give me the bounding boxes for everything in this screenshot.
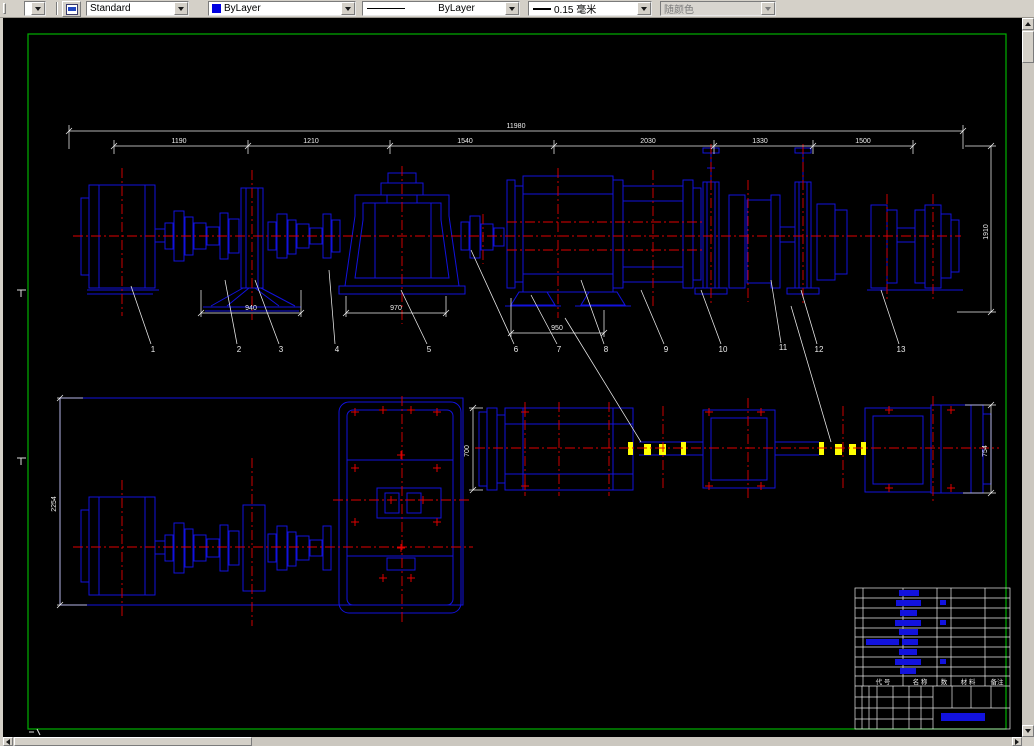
toolbar-grip[interactable] [3,3,6,14]
plan-view-left-geometry[interactable] [59,397,464,614]
collapsed-combo[interactable] [24,1,46,16]
lineweight-sample-icon [533,7,551,10]
elevation-view-geometry[interactable] [80,147,963,312]
dim-2254: 2254 [51,496,58,512]
part-label: 8 [604,345,609,354]
dim-segment: 1190 [171,138,186,145]
part-label: 11 [779,343,788,352]
text-style-value: Standard [90,3,131,14]
chevron-down-icon[interactable] [341,2,355,15]
dim-segment: 1210 [303,138,319,145]
dim-950: 950 [551,325,563,332]
highlighted-coupling-parts[interactable] [628,442,866,455]
scroll-left-button[interactable] [3,737,13,746]
model-space-canvas[interactable]: 11980 1190 1210 1540 2030 1330 1500 940 … [3,18,1022,737]
scroll-right-button[interactable] [1012,737,1022,746]
cad-window: Standard ByLayer ByLayer 0.15 毫米 随颜色 119… [0,0,1034,746]
dim-970: 970 [390,305,402,312]
style-manager-icon [65,4,78,15]
vertical-scroll-thumb[interactable] [1022,31,1034,63]
scroll-up-button[interactable] [1022,18,1034,30]
title-col-material: 材 料 [961,677,976,686]
part-label: 2 [237,345,242,354]
arrow-right-icon [1015,738,1019,745]
arrow-left-icon [6,738,10,745]
arrow-up-icon [1025,22,1031,26]
title-col-qty: 数 [941,677,948,686]
title-col-remark: 备注 [991,677,1005,686]
dim-segment: 2030 [640,138,656,145]
title-block-entries [866,590,985,721]
vertical-scrollbar[interactable] [1022,18,1034,737]
color-combo[interactable]: ByLayer [208,1,356,16]
dim-700: 700 [464,445,471,457]
centerlines [73,144,999,626]
horizontal-scroll-thumb[interactable] [14,737,252,746]
horizontal-scrollbar[interactable] [3,737,1022,746]
chevron-down-icon[interactable] [31,2,45,15]
toolbar-separator [56,2,58,15]
text-style-combo[interactable]: Standard [86,1,189,16]
part-label: 5 [427,345,432,354]
linetype-sample-icon [367,8,405,9]
part-label: 12 [815,345,824,354]
title-col-code: 代 号 [876,677,891,686]
part-label: 1 [151,345,156,354]
text-style-manager-button[interactable] [62,1,81,17]
dim-segment: 1540 [457,138,473,145]
dimension-lines [56,125,996,609]
dim-overall: 11980 [507,123,526,130]
scrollbar-corner [1022,737,1034,746]
object-properties-toolbar: Standard ByLayer ByLayer 0.15 毫米 随颜色 [0,0,1034,18]
lineweight-combo[interactable]: 0.15 毫米 [528,1,652,16]
dim-1910: 1910 [983,224,990,240]
lineweight-value: 0.15 毫米 [554,5,597,16]
chevron-down-icon[interactable] [505,2,519,15]
part-number-labels: 1 2 3 4 5 6 7 8 9 10 11 12 13 [151,343,906,354]
plotstyle-combo: 随颜色 [660,1,776,16]
part-label: 6 [514,345,519,354]
part-label: 4 [335,345,340,354]
color-swatch-icon [212,4,221,13]
assembly-drawing: 11980 1190 1210 1540 2030 1330 1500 940 … [17,33,1011,736]
chevron-down-icon[interactable] [174,2,188,15]
arrow-down-icon [1025,729,1031,733]
title-col-name: 名 称 [913,677,928,686]
part-label: 10 [719,345,728,354]
part-label: 13 [897,345,906,354]
linetype-combo[interactable]: ByLayer [362,1,520,16]
part-label: 3 [279,345,284,354]
title-block-grid [854,587,1011,730]
scroll-down-button[interactable] [1022,725,1034,737]
plan-view-right-geometry[interactable] [478,404,992,494]
color-value: ByLayer [224,3,261,14]
chevron-down-icon [761,2,775,15]
plotstyle-value: 随颜色 [664,5,694,16]
dim-segment: 1330 [752,138,768,145]
part-label: 9 [664,345,669,354]
dim-754: 754 [982,445,989,457]
dim-segment: 1500 [855,138,871,145]
part-label: 7 [557,345,562,354]
dim-940: 940 [245,305,257,312]
chevron-down-icon[interactable] [637,2,651,15]
linetype-value: ByLayer [438,3,475,14]
